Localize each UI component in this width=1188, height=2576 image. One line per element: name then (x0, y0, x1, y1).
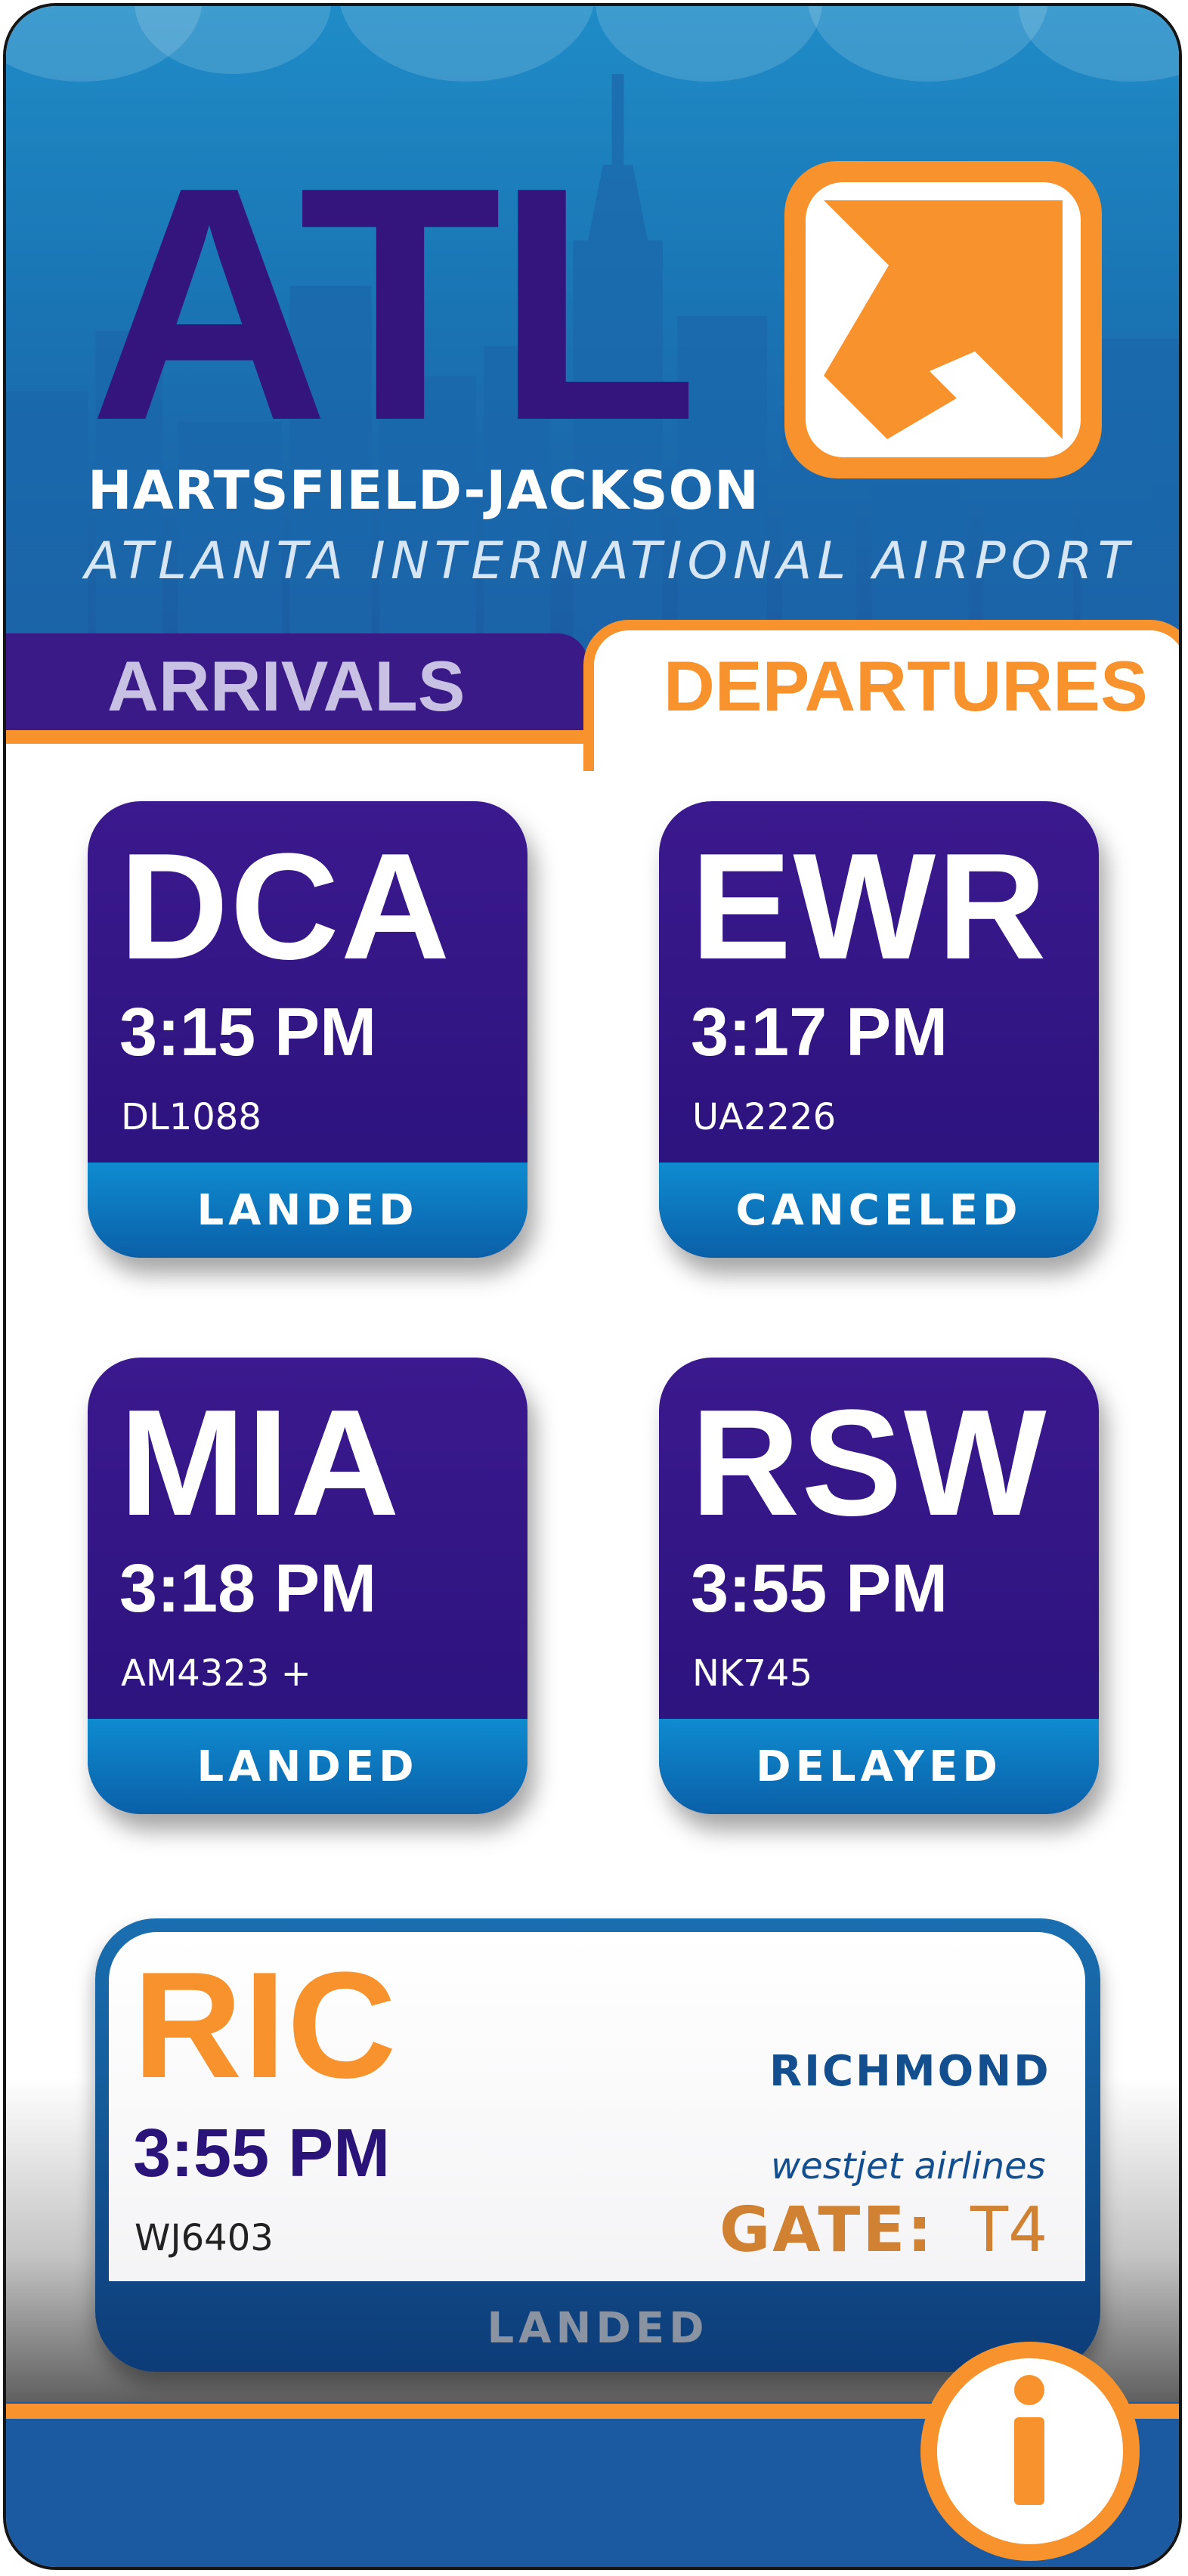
app-frame: ATL HARTSFIELD-JACKSON ATLANTA INTERNATI… (3, 3, 1182, 2570)
featured-flight-number: WJ6403 (135, 2217, 274, 2259)
logo-inner (806, 182, 1081, 457)
flight-status: LANDED (196, 1186, 419, 1235)
destination-code: EWR (691, 822, 1048, 991)
gate-value: T4 (970, 2194, 1048, 2266)
tab-underline (6, 730, 603, 744)
flight-status: CANCELED (735, 1186, 1022, 1235)
info-icon-stem[interactable] (1014, 2417, 1044, 2505)
flight-card[interactable]: EWR 3:17 PM UA2226 CANCELED (659, 801, 1099, 1258)
info-icon[interactable] (1014, 2375, 1044, 2405)
departure-time: 3:55 PM (691, 1551, 948, 1627)
flight-number: AM4323 + (121, 1652, 311, 1695)
destination-code: MIA (119, 1379, 401, 1547)
flight-status: LANDED (196, 1742, 419, 1791)
destination-code: RSW (691, 1379, 1048, 1547)
departure-time: 3:17 PM (691, 995, 948, 1070)
flight-card[interactable]: MIA 3:18 PM AM4323 + LANDED (88, 1358, 527, 1814)
featured-city: RICHMOND (769, 2047, 1051, 2096)
airport-name: HARTSFIELD-JACKSON (88, 460, 760, 522)
departure-time: 3:15 PM (119, 995, 377, 1070)
featured-departure-time: 3:55 PM (133, 2116, 391, 2191)
destination-code: DCA (119, 822, 452, 991)
airport-code-logo: ATL (89, 119, 699, 490)
featured-flight-status: LANDED (487, 2304, 709, 2353)
departure-time: 3:18 PM (119, 1551, 377, 1627)
gate-label: GATE: (719, 2194, 935, 2266)
flight-card[interactable]: DCA 3:15 PM DL1088 LANDED (88, 801, 527, 1258)
arrow-up-right-icon (824, 200, 1063, 439)
featured-destination-code: RIC (133, 1941, 398, 2110)
header: ATL HARTSFIELD-JACKSON ATLANTA INTERNATI… (6, 6, 1179, 679)
airport-subtitle: ATLANTA INTERNATIONAL AIRPORT (85, 531, 1135, 591)
flight-card[interactable]: RSW 3:55 PM NK745 DELAYED (659, 1358, 1099, 1814)
tab-arrivals-label[interactable]: ARRIVALS (107, 646, 466, 727)
featured-airline: westjet airlines (771, 2145, 1046, 2187)
flight-number: UA2226 (692, 1096, 837, 1138)
flight-status: DELAYED (756, 1742, 1002, 1791)
flight-number: DL1088 (121, 1096, 261, 1138)
departure-logo (784, 161, 1102, 478)
flight-number: NK745 (692, 1652, 812, 1695)
tab-departures-label[interactable]: DEPARTURES (664, 646, 1148, 727)
